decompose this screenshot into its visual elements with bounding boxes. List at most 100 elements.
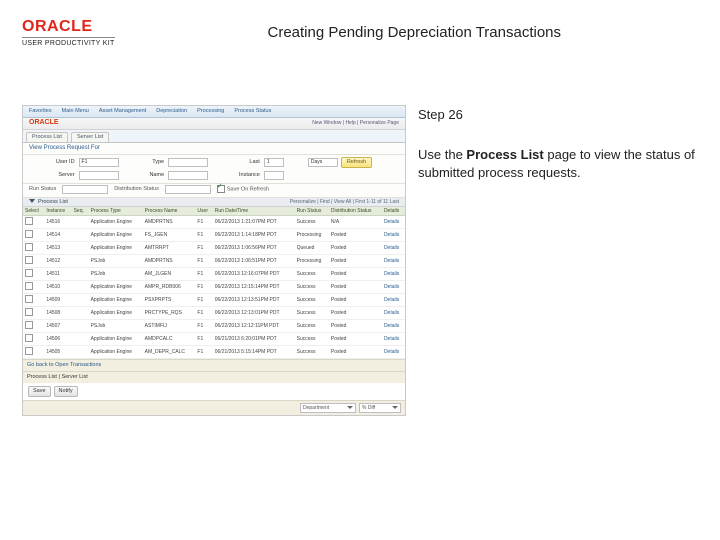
btn-save: Save bbox=[28, 386, 51, 397]
table-row: 14507PSJobASTIMFIJF106/22/2013 12:12:11P… bbox=[23, 320, 405, 333]
table-row: 14513Application EngineAMTRRPTF106/22/20… bbox=[23, 242, 405, 255]
col-header: Process Type bbox=[89, 207, 143, 216]
table-cell: 14513 bbox=[44, 242, 71, 255]
table-cell: 14511 bbox=[44, 268, 71, 281]
brand-subtitle: USER PRODUCTIVITY KIT bbox=[22, 37, 115, 47]
col-header: Details bbox=[382, 207, 405, 216]
table-cell: Processing bbox=[295, 229, 329, 242]
col-header: User bbox=[195, 207, 212, 216]
table-cell bbox=[72, 346, 89, 359]
table-cell: N/A bbox=[329, 216, 382, 229]
table-cell bbox=[23, 333, 44, 346]
instr-pre: Use the bbox=[418, 147, 466, 162]
table-cell: 14512 bbox=[44, 255, 71, 268]
table-cell bbox=[72, 333, 89, 346]
table-row: 14511PSJobAM_JLGENF106/22/2013 12:16:07P… bbox=[23, 268, 405, 281]
process-table: SelectInstanceSeq.Process TypeProcess Na… bbox=[23, 207, 405, 359]
table-cell bbox=[23, 294, 44, 307]
table-cell bbox=[23, 242, 44, 255]
table-cell: Success bbox=[295, 320, 329, 333]
inp-dist-status bbox=[165, 185, 211, 194]
table-cell bbox=[72, 242, 89, 255]
lbl-run-status: Run Status bbox=[29, 186, 56, 193]
table-cell: 14514 bbox=[44, 229, 71, 242]
table-cell: AM_DEPR_CALC bbox=[143, 346, 196, 359]
lbl-name: Name bbox=[123, 172, 165, 179]
inp-instance bbox=[264, 171, 284, 180]
table-cell bbox=[23, 307, 44, 320]
inp-last: 1 bbox=[264, 158, 284, 167]
table-cell: Posted bbox=[329, 307, 382, 320]
table-cell: F1 bbox=[195, 216, 212, 229]
table-cell: Success bbox=[295, 346, 329, 359]
lbl-last: Last bbox=[212, 159, 260, 166]
table-cell: Application Engine bbox=[89, 307, 143, 320]
col-header: Run Date/Time bbox=[213, 207, 295, 216]
table-cell: ASTIMFIJ bbox=[143, 320, 196, 333]
inp-server bbox=[79, 171, 119, 180]
chevron-down-icon bbox=[392, 406, 398, 409]
lbl-dist-status: Distribution Status bbox=[114, 186, 159, 193]
inp-type bbox=[168, 158, 208, 167]
table-cell: 06/22/2013 12:15:14PM PDT bbox=[213, 281, 295, 294]
table-cell bbox=[72, 294, 89, 307]
table-cell: 06/22/2013 1:21:07PM PDT bbox=[213, 216, 295, 229]
table-row: 14516Application EngineAMDPRTNSF106/22/2… bbox=[23, 216, 405, 229]
table-cell: PRCTYPE_RQS bbox=[143, 307, 196, 320]
table-cell: Details bbox=[382, 281, 405, 294]
table-cell: Posted bbox=[329, 320, 382, 333]
table-cell: 06/22/2013 12:13:51PM PDT bbox=[213, 294, 295, 307]
chevron-down-icon bbox=[347, 406, 353, 409]
table-cell: 06/22/2013 1:14:18PM PDT bbox=[213, 229, 295, 242]
lbl-user-id: User ID bbox=[29, 159, 75, 166]
table-cell bbox=[23, 346, 44, 359]
table-cell: F1 bbox=[195, 281, 212, 294]
table-cell: Details bbox=[382, 268, 405, 281]
mini-tab-process-list: Process List bbox=[26, 132, 68, 142]
table-cell bbox=[23, 229, 44, 242]
lbl-type: Type bbox=[123, 159, 165, 166]
table-row: 14505Application EngineAM_DEPR_CALCF106/… bbox=[23, 346, 405, 359]
table-cell: F1 bbox=[195, 294, 212, 307]
mini-brand-links: New Window | Help | Personalize Page bbox=[312, 120, 399, 126]
cb-save-on-refresh: Save On Refresh bbox=[217, 185, 269, 193]
table-cell: F1 bbox=[195, 268, 212, 281]
sub-tabs: Process List | Server List bbox=[23, 371, 405, 383]
mini-menu-item: Process Status bbox=[234, 108, 271, 115]
table-cell: AMDPRTNS bbox=[143, 255, 196, 268]
inp-user-id: F1 bbox=[79, 158, 119, 167]
table-cell bbox=[23, 255, 44, 268]
table-cell: Posted bbox=[329, 281, 382, 294]
lbl-server: Server bbox=[29, 172, 75, 179]
table-row: 14509Application EnginePSXPRPTSF106/22/2… bbox=[23, 294, 405, 307]
table-cell: Posted bbox=[329, 268, 382, 281]
table-cell bbox=[23, 281, 44, 294]
table-cell: 14507 bbox=[44, 320, 71, 333]
table-cell: Success bbox=[295, 268, 329, 281]
mini-menu-item: Main Menu bbox=[62, 108, 89, 115]
table-cell: F1 bbox=[195, 346, 212, 359]
table-cell: Details bbox=[382, 255, 405, 268]
table-row: 14508Application EnginePRCTYPE_RQSF106/2… bbox=[23, 307, 405, 320]
table-cell: F1 bbox=[195, 229, 212, 242]
table-cell: Success bbox=[295, 294, 329, 307]
mini-tab-server-list: Server List bbox=[71, 132, 109, 142]
btn-refresh: Refresh bbox=[341, 157, 372, 168]
table-cell: Application Engine bbox=[89, 229, 143, 242]
table-cell: Posted bbox=[329, 255, 382, 268]
table-cell: F1 bbox=[195, 320, 212, 333]
table-cell: PSJob bbox=[89, 255, 143, 268]
inp-run-status bbox=[62, 185, 108, 194]
table-cell: Application Engine bbox=[89, 216, 143, 229]
mini-menu-item: Depreciation bbox=[156, 108, 187, 115]
table-cell: Posted bbox=[329, 333, 382, 346]
table-cell: Processing bbox=[295, 255, 329, 268]
table-cell: 06/22/2013 12:16:07PM PDT bbox=[213, 268, 295, 281]
page-title: Creating Pending Depreciation Transactio… bbox=[131, 24, 698, 41]
table-cell: Application Engine bbox=[89, 242, 143, 255]
table-cell bbox=[23, 320, 44, 333]
table-cell bbox=[72, 307, 89, 320]
mini-menu-item: Processing bbox=[197, 108, 224, 115]
table-cell: Details bbox=[382, 229, 405, 242]
table-cell: Application Engine bbox=[89, 346, 143, 359]
